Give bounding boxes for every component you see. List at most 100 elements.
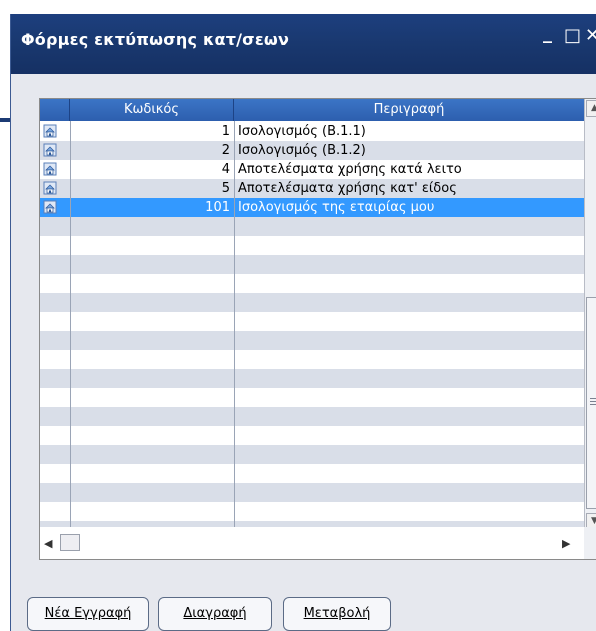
scroll-left-icon[interactable]: ◀ [44,537,52,550]
column-divider [234,121,235,527]
table-row[interactable] [40,483,584,502]
row-code [70,293,234,312]
row-icon-cell [40,350,70,369]
house-icon [43,181,57,195]
row-code [70,331,234,350]
table-row[interactable] [40,502,584,521]
row-icon-cell [40,293,70,312]
table-row[interactable] [40,464,584,483]
row-description [236,312,586,331]
delete-button[interactable]: Διαγραφή [158,597,272,631]
table-row[interactable] [40,369,584,388]
table-row[interactable] [40,331,584,350]
modify-label: Μεταβολή [303,606,371,621]
horizontal-scroll-thumb[interactable] [60,534,80,551]
house-icon [43,143,57,157]
close-button[interactable]: ✕ [585,26,596,46]
row-code: 4 [221,162,230,177]
maximize-button[interactable]: □ [564,26,581,46]
print-forms-window: Φόρμες εκτύπωσης κατ/σεων _ □ ✕ Κωδικός … [10,14,596,631]
row-icon-cell [40,331,70,350]
row-description [236,502,586,521]
row-code [70,217,234,236]
row-icon-cell [40,407,70,426]
row-icon-cell [40,255,70,274]
table-row[interactable] [40,293,584,312]
row-icon-cell [40,483,70,502]
title-bar[interactable]: Φόρμες εκτύπωσης κατ/σεων _ □ ✕ [11,14,596,74]
grid-header: Κωδικός Περιγραφή [40,99,584,121]
grip-line [590,404,596,405]
table-row[interactable] [40,445,584,464]
scroll-up-icon[interactable]: ▲ [586,100,596,117]
table-row[interactable] [40,236,584,255]
row-description [236,350,586,369]
row-code [70,312,234,331]
table-row[interactable]: 2 Ισολογισμός (Β.1.2) [40,141,584,160]
row-description [236,388,586,407]
header-icon-column[interactable] [40,99,70,121]
house-icon [43,162,57,176]
table-row[interactable] [40,312,584,331]
row-description [236,464,586,483]
row-icon-cell [40,274,70,293]
table-row[interactable] [40,388,584,407]
table-row[interactable]: 1 Ισολογισμός (Β.1.1) [40,122,584,141]
row-icon-cell [40,369,70,388]
row-code: 2 [221,143,230,158]
table-row[interactable] [40,407,584,426]
table-row[interactable]: 4 Αποτελέσματα χρήσης κατά λειτο [40,160,584,179]
row-code [70,369,234,388]
delete-label: Διαγραφή [183,606,247,621]
row-description: Αποτελέσματα χρήσης κατ' είδος [238,181,457,196]
table-row[interactable] [40,255,584,274]
row-code [70,255,234,274]
row-icon-cell [40,502,70,521]
new-record-button[interactable]: Νέα Εγγραφή [27,597,149,631]
row-description [236,293,586,312]
scroll-right-icon[interactable]: ▶ [562,537,570,550]
table-row[interactable]: 101 Ισολογισμός της εταιρίας μου [40,198,584,217]
row-icon-cell [40,160,70,179]
table-row[interactable] [40,274,584,293]
row-icon-cell [40,179,70,198]
row-description: Ισολογισμός (Β.1.1) [238,124,366,139]
forms-grid[interactable]: Κωδικός Περιγραφή 101 Ισολογισμός της ετα… [39,98,596,560]
row-description [236,331,586,350]
row-icon-cell [40,217,70,236]
header-description[interactable]: Περιγραφή [234,99,584,121]
row-code [70,236,234,255]
row-description: Ισολογισμός της εταιρίας μου [238,200,435,215]
header-code[interactable]: Κωδικός [70,99,234,121]
row-icon-cell [40,198,70,217]
scroll-thumb[interactable] [586,297,596,509]
row-icon-cell [40,445,70,464]
row-description [236,369,586,388]
row-icon-cell [40,464,70,483]
row-description [236,426,586,445]
modify-button[interactable]: Μεταβολή [283,597,391,631]
column-divider [70,121,71,527]
row-code [70,464,234,483]
row-description [236,255,586,274]
minimize-button[interactable]: _ [543,24,552,44]
grip-line [590,398,596,399]
row-description [236,217,586,236]
house-icon [43,124,57,138]
table-row[interactable]: 5 Αποτελέσματα χρήσης κατ' είδος [40,179,584,198]
row-code: 5 [221,181,230,196]
row-code [70,483,234,502]
row-icon-cell [40,312,70,331]
table-row[interactable] [40,426,584,445]
horizontal-scrollbar[interactable]: ◀ ▶ [40,527,584,559]
vertical-scrollbar[interactable]: ▲ ▼ [584,99,596,530]
row-icon-cell [40,122,70,141]
row-code [70,502,234,521]
row-code [70,350,234,369]
row-code [70,426,234,445]
house-icon [43,200,57,214]
table-row[interactable] [40,350,584,369]
table-row[interactable] [40,217,584,236]
row-icon-cell [40,426,70,445]
row-description: Ισολογισμός (Β.1.2) [238,143,366,158]
